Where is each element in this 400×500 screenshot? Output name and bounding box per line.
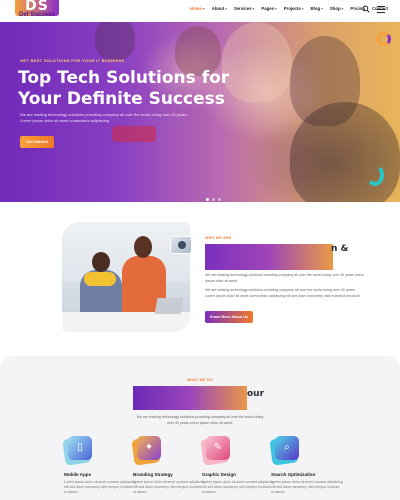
about-paragraph-1: We are leading technology solutions bran… xyxy=(205,273,364,283)
nav-label: Pages xyxy=(261,6,275,11)
about-title-tail: n & xyxy=(331,244,349,254)
chevron-down-icon: ▾ xyxy=(202,7,205,11)
service-card-seo[interactable]: ⌕ Search Optimization Lorem ipsum dolor … xyxy=(269,436,343,496)
graphic-design-icon: ✎ xyxy=(200,436,232,466)
service-desc: Lorem ipsum dolor sit amet consect adipi… xyxy=(202,480,274,495)
chevron-down-icon: ▾ xyxy=(341,7,344,11)
services-section: WHAT WE DO our We are leading technology… xyxy=(0,356,400,500)
service-name: Search Optimization xyxy=(271,472,316,477)
chevron-down-icon: ▾ xyxy=(225,7,227,11)
service-card-mobile-apps[interactable]: ▯ Mobile Apps Lorem ipsum dolor sit amet… xyxy=(62,436,136,496)
hero-person-left xyxy=(95,22,135,60)
site-header: DS Def Success Home▾ About▾ Services▾ Pa… xyxy=(0,0,400,22)
search-icon[interactable] xyxy=(362,5,370,13)
about-paragraph-2: We are leading technology solutions prov… xyxy=(205,288,361,298)
nav-label: Home xyxy=(190,6,202,11)
hero-subtitle: We are leading technology solutions prov… xyxy=(20,112,188,123)
nav-item-services[interactable]: Services▾ xyxy=(234,6,254,11)
nav-label: Shop xyxy=(329,6,341,11)
nav-label: Blog xyxy=(310,6,321,11)
about-small-photo xyxy=(170,236,192,254)
know-more-button[interactable]: Know More About Us xyxy=(205,311,253,323)
service-name: Mobile Apps xyxy=(64,472,92,477)
services-intro: We are leading technology solutions prov… xyxy=(136,415,264,425)
service-card-graphic-design[interactable]: ✎ Graphic Design Lorem ipsum dolor sit a… xyxy=(200,436,274,496)
decorative-arc-icon xyxy=(366,164,384,186)
hero-badge: GET BEST SOLUTIONS FOR YOUR IT BUSINESS xyxy=(20,58,125,63)
slider-dots xyxy=(206,198,221,201)
slider-dot[interactable] xyxy=(212,198,215,201)
nav-label: Projects xyxy=(283,6,301,11)
mobile-app-icon: ▯ xyxy=(62,436,94,466)
chevron-down-icon: ▾ xyxy=(301,7,304,11)
logo[interactable]: DS Def Success xyxy=(15,0,59,22)
services-title-highlight xyxy=(133,386,247,410)
about-badge: WHO WE ARE xyxy=(205,236,232,240)
hero-banner: GET BEST SOLUTIONS FOR YOUR IT BUSINESS … xyxy=(0,22,400,202)
nav-item-pages[interactable]: Pages▾ xyxy=(261,6,276,11)
chevron-down-icon: ▾ xyxy=(275,7,277,11)
nav-item-projects[interactable]: Projects▾ xyxy=(284,6,304,11)
decorative-ring-icon xyxy=(377,32,391,46)
main-nav: Home▾ About▾ Services▾ Pages▾ Projects▾ … xyxy=(190,6,388,11)
about-title-highlight xyxy=(205,244,333,270)
nav-label: Services xyxy=(233,6,252,11)
nav-label: About xyxy=(211,6,225,11)
service-name: Graphic Design xyxy=(202,472,236,477)
hero-title: Top Tech Solutions for Your Definite Suc… xyxy=(18,68,230,109)
chevron-down-icon: ▾ xyxy=(252,7,255,11)
slider-dot[interactable] xyxy=(206,198,209,201)
service-name: Branding Strategy xyxy=(133,472,173,477)
services-badge: WHAT WE DO xyxy=(186,378,214,382)
nav-item-shop[interactable]: Shop▾ xyxy=(330,6,344,11)
service-desc: Lorem ipsum dolor sit amet consect adipi… xyxy=(133,480,205,495)
logo-text: Def Success xyxy=(19,12,55,18)
chevron-down-icon: ▾ xyxy=(321,7,323,11)
nav-item-blog[interactable]: Blog▾ xyxy=(311,6,323,11)
nav-item-about[interactable]: About▾ xyxy=(212,6,227,11)
hero-desk-object xyxy=(112,126,156,142)
get-started-button[interactable]: Get Started xyxy=(20,136,54,148)
service-desc: Lorem ipsum dolor sit amet consect adipi… xyxy=(271,480,343,495)
slider-dot[interactable] xyxy=(218,198,221,201)
hamburger-menu-icon[interactable] xyxy=(377,6,385,13)
hero-person-foreground xyxy=(290,102,400,202)
branding-icon: ✦ xyxy=(131,436,163,466)
services-title-tail: our xyxy=(247,389,265,399)
seo-icon: ⌕ xyxy=(269,436,301,466)
service-card-branding[interactable]: ✦ Branding Strategy Lorem ipsum dolor si… xyxy=(131,436,205,496)
service-desc: Lorem ipsum dolor sit amet consect adipi… xyxy=(64,480,136,495)
nav-item-home[interactable]: Home▾ xyxy=(190,6,205,11)
